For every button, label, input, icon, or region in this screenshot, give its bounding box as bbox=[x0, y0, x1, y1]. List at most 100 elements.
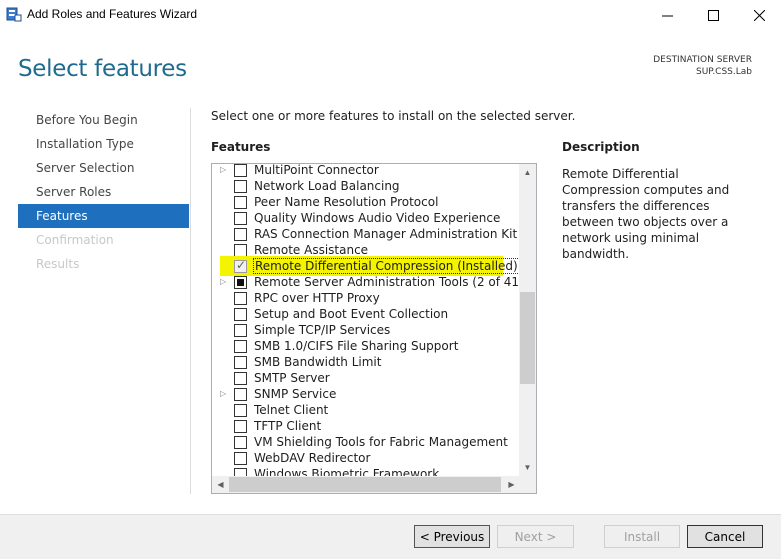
scroll-up-icon[interactable]: ▲ bbox=[519, 164, 536, 181]
maximize-icon[interactable] bbox=[690, 0, 736, 30]
scrollbar-corner bbox=[519, 476, 536, 493]
nav-item-results: Results bbox=[36, 257, 80, 271]
feature-row[interactable]: ▷ SNMP Service bbox=[212, 386, 520, 402]
feature-label: Network Load Balancing bbox=[254, 179, 400, 193]
feature-checkbox[interactable] bbox=[234, 180, 247, 193]
feature-row[interactable]: Windows Biometric Framework bbox=[212, 466, 520, 476]
feature-label: Setup and Boot Event Collection bbox=[254, 307, 449, 321]
feature-row[interactable]: SMB 1.0/CIFS File Sharing Support bbox=[212, 338, 520, 354]
scroll-right-icon[interactable]: ▶ bbox=[503, 476, 520, 493]
vertical-scroll-thumb[interactable] bbox=[520, 292, 535, 384]
feature-checkbox[interactable] bbox=[234, 468, 247, 476]
feature-checkbox[interactable] bbox=[234, 372, 247, 385]
feature-checkbox[interactable] bbox=[234, 292, 247, 305]
feature-row[interactable]: Telnet Client bbox=[212, 402, 520, 418]
nav-divider bbox=[190, 108, 191, 494]
feature-label: RAS Connection Manager Administration Ki… bbox=[254, 227, 520, 241]
description-text: Remote Differential Compression computes… bbox=[562, 167, 730, 261]
expand-chevron-icon[interactable]: ▷ bbox=[220, 389, 228, 399]
feature-label: SNMP Service bbox=[254, 387, 337, 401]
feature-checkbox[interactable] bbox=[234, 356, 247, 369]
features-list: ▷ MultiPoint Connector Network Load Balanc… bbox=[212, 163, 520, 476]
feature-checkbox[interactable] bbox=[234, 324, 247, 337]
feature-row[interactable]: TFTP Client bbox=[212, 418, 520, 434]
feature-row[interactable]: Simple TCP/IP Services bbox=[212, 322, 520, 338]
feature-label: Remote Server Administration Tools (2 of… bbox=[254, 275, 520, 289]
feature-row[interactable]: Peer Name Resolution Protocol bbox=[212, 194, 520, 210]
feature-checkbox[interactable] bbox=[234, 258, 247, 273]
server-manager-icon bbox=[6, 7, 22, 22]
instruction-text: Select one or more features to install o… bbox=[211, 109, 576, 123]
feature-checkbox[interactable] bbox=[234, 308, 247, 321]
feature-row[interactable]: VM Shielding Tools for Fabric Management bbox=[212, 434, 520, 450]
feature-label: Remote Assistance bbox=[254, 243, 369, 257]
nav-item-server-roles[interactable]: Server Roles bbox=[18, 180, 189, 204]
feature-label: RPC over HTTP Proxy bbox=[254, 291, 380, 305]
vertical-scrollbar[interactable]: ▲ ▼ bbox=[519, 164, 536, 476]
horizontal-scrollbar[interactable]: ◀ ▶ bbox=[212, 476, 520, 493]
minimize-icon[interactable] bbox=[644, 0, 690, 30]
nav-item-confirmation: Confirmation bbox=[36, 233, 114, 247]
nav-item-installation-type[interactable]: Installation Type bbox=[18, 132, 189, 156]
feature-checkbox[interactable] bbox=[234, 452, 247, 465]
destination-server-name: SUP.CSS.Lab bbox=[696, 67, 752, 77]
feature-row[interactable]: WebDAV Redirector bbox=[212, 450, 520, 466]
features-heading: Features bbox=[211, 140, 271, 154]
feature-label: Telnet Client bbox=[254, 403, 329, 417]
wizard-footer: < Previous Next > Install Cancel bbox=[0, 514, 781, 559]
feature-checkbox[interactable] bbox=[234, 276, 247, 289]
feature-checkbox[interactable] bbox=[234, 340, 247, 353]
nav-item-features[interactable]: Features bbox=[18, 204, 189, 228]
feature-label: SMTP Server bbox=[254, 371, 330, 385]
window-title: Add Roles and Features Wizard bbox=[27, 7, 198, 21]
feature-row[interactable]: Quality Windows Audio Video Experience bbox=[212, 210, 520, 226]
feature-label: Quality Windows Audio Video Experience bbox=[254, 211, 501, 225]
scroll-down-icon[interactable]: ▼ bbox=[519, 459, 536, 476]
close-icon[interactable] bbox=[736, 0, 781, 30]
feature-checkbox[interactable] bbox=[234, 228, 247, 241]
feature-label: Simple TCP/IP Services bbox=[254, 323, 391, 337]
feature-row[interactable]: RPC over HTTP Proxy bbox=[212, 290, 520, 306]
feature-label: MultiPoint Connector bbox=[254, 163, 379, 177]
feature-label: Peer Name Resolution Protocol bbox=[254, 195, 439, 209]
next-button: Next > bbox=[497, 525, 574, 548]
expand-chevron-icon[interactable]: ▷ bbox=[220, 277, 228, 287]
feature-row[interactable]: SMB Bandwidth Limit bbox=[212, 354, 520, 370]
title-bar[interactable]: Add Roles and Features Wizard bbox=[0, 0, 781, 30]
features-tree[interactable]: ▷ MultiPoint Connector Network Load Balanc… bbox=[211, 163, 537, 494]
feature-row[interactable]: Remote Differential Compression (Install… bbox=[212, 256, 520, 276]
feature-row[interactable]: Setup and Boot Event Collection bbox=[212, 306, 520, 322]
feature-row[interactable]: RAS Connection Manager Administration Ki… bbox=[212, 226, 520, 242]
feature-label: SMB Bandwidth Limit bbox=[254, 355, 382, 369]
feature-checkbox[interactable] bbox=[234, 164, 247, 177]
feature-row[interactable]: ▷ MultiPoint Connector bbox=[212, 163, 520, 178]
feature-checkbox[interactable] bbox=[234, 212, 247, 225]
feature-row[interactable]: Network Load Balancing bbox=[212, 178, 520, 194]
feature-checkbox[interactable] bbox=[234, 436, 247, 449]
feature-row[interactable]: SMTP Server bbox=[212, 370, 520, 386]
nav-item-before-you-begin[interactable]: Before You Begin bbox=[18, 108, 189, 132]
cancel-button[interactable]: Cancel bbox=[687, 525, 763, 548]
feature-label: Remote Differential Compression (Install… bbox=[253, 258, 520, 274]
description-heading: Description bbox=[562, 140, 640, 154]
wizard-header: Select features DESTINATION SERVER SUP.C… bbox=[0, 30, 781, 96]
feature-label: WebDAV Redirector bbox=[254, 451, 371, 465]
feature-label: TFTP Client bbox=[254, 419, 322, 433]
feature-checkbox[interactable] bbox=[234, 404, 247, 417]
nav-item-server-selection[interactable]: Server Selection bbox=[18, 156, 189, 180]
destination-server-label: DESTINATION SERVER bbox=[653, 55, 752, 65]
expand-chevron-icon[interactable]: ▷ bbox=[220, 165, 228, 175]
scroll-left-icon[interactable]: ◀ bbox=[212, 476, 229, 493]
feature-label: SMB 1.0/CIFS File Sharing Support bbox=[254, 339, 459, 353]
feature-checkbox[interactable] bbox=[234, 196, 247, 209]
feature-label: Windows Biometric Framework bbox=[254, 467, 440, 476]
page-title: Select features bbox=[18, 56, 187, 82]
previous-button[interactable]: < Previous bbox=[414, 525, 490, 548]
feature-checkbox[interactable] bbox=[234, 420, 247, 433]
horizontal-scroll-thumb[interactable] bbox=[229, 477, 501, 492]
wizard-nav: Before You Begin Installation Type Serve… bbox=[18, 108, 189, 276]
feature-label: VM Shielding Tools for Fabric Management bbox=[254, 435, 508, 449]
feature-row[interactable]: ▷ Remote Server Administration Tools (2 o… bbox=[212, 274, 520, 290]
feature-checkbox[interactable] bbox=[234, 388, 247, 401]
install-button: Install bbox=[604, 525, 680, 548]
